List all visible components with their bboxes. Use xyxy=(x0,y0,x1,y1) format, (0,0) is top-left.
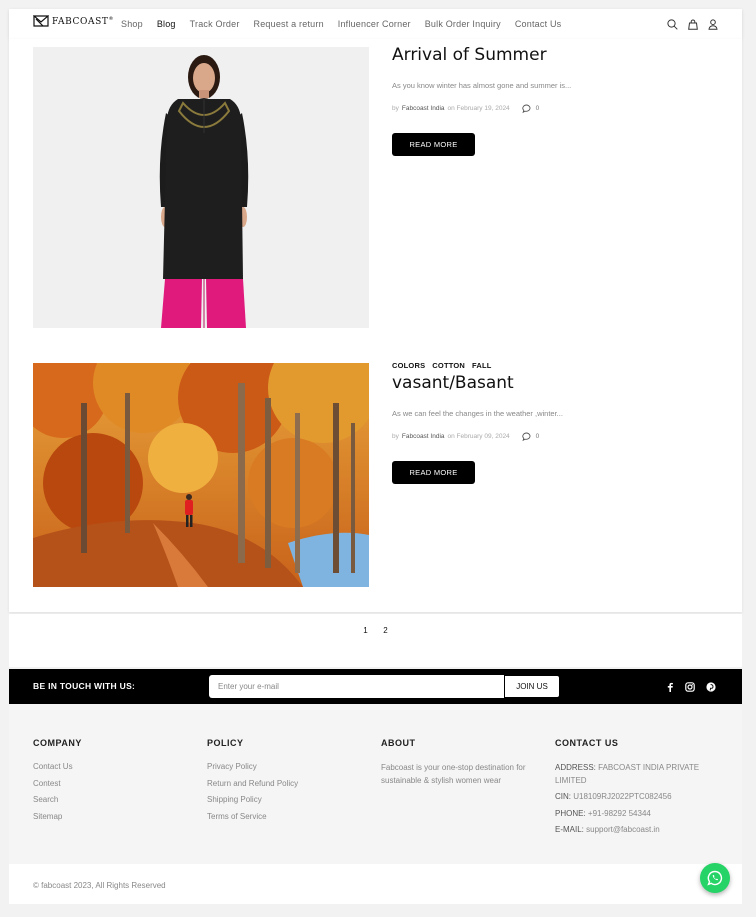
blog-list: Arrival of Summer As you know winter has… xyxy=(9,39,742,612)
post-author[interactable]: Fabcoast India xyxy=(402,433,445,440)
footer-about: ABOUT Fabcoast is your one-stop destinat… xyxy=(381,738,541,787)
footer-policy: POLICY Privacy Policy Return and Refund … xyxy=(207,738,367,828)
post-comment-count: 0 xyxy=(535,433,540,440)
post-date: on February 09, 2024 xyxy=(447,433,510,440)
post-date: on February 19, 2024 xyxy=(447,105,510,112)
pinterest-icon[interactable] xyxy=(706,681,716,692)
footer-link-terms[interactable]: Terms of Service xyxy=(207,812,367,821)
read-more-button[interactable]: READ MORE xyxy=(392,461,475,484)
post-comment-count: 0 xyxy=(535,105,540,112)
site-footer: COMPANY Contact Us Contest Search Sitema… xyxy=(9,704,742,864)
social-links xyxy=(666,669,716,704)
post-image-summer[interactable] xyxy=(33,47,369,328)
read-more-button[interactable]: READ MORE xyxy=(392,133,475,156)
comment-icon xyxy=(522,104,531,113)
tag-fall[interactable]: FALL xyxy=(472,361,492,370)
footer-about-text: Fabcoast is your one-stop destination fo… xyxy=(381,763,526,785)
footer-cin: CIN: U18109RJ2022PTC082456 xyxy=(555,792,672,801)
nav-bulk-order[interactable]: Bulk Order Inquiry xyxy=(425,19,501,29)
footer-heading: ABOUT xyxy=(381,738,416,748)
footer-address: ADDRESS: FABCOAST INDIA PRIVATE LIMITED xyxy=(555,763,700,785)
post-excerpt: As you know winter has almost gone and s… xyxy=(392,81,572,90)
nav-influencer-corner[interactable]: Influencer Corner xyxy=(338,19,411,29)
email-field[interactable] xyxy=(209,675,504,698)
copyright: © fabcoast 2023, All Rights Reserved xyxy=(33,881,166,890)
join-us-button[interactable]: JOIN US xyxy=(504,675,560,698)
user-icon[interactable] xyxy=(708,18,718,30)
page-1[interactable]: 1 xyxy=(358,626,374,667)
nav-request-return[interactable]: Request a return xyxy=(254,19,324,29)
search-icon[interactable] xyxy=(667,18,678,30)
site-header: FABCOAST® Shop Blog Track Order Request … xyxy=(9,9,742,39)
footer-heading: POLICY xyxy=(207,738,244,748)
logo[interactable]: FABCOAST® xyxy=(33,15,114,27)
footer-company: COMPANY Contact Us Contest Search Sitema… xyxy=(33,738,193,828)
footer-contact: CONTACT US ADDRESS: FABCOAST INDIA PRIVA… xyxy=(555,738,715,841)
whatsapp-icon xyxy=(707,870,723,886)
post-title[interactable]: vasant/Basant xyxy=(392,373,722,393)
logo-mark-icon xyxy=(33,15,49,27)
page-2[interactable]: 2 xyxy=(378,626,394,667)
footer-link-contest[interactable]: Contest xyxy=(33,779,193,788)
footer-link-shipping[interactable]: Shipping Policy xyxy=(207,795,367,804)
footer-link-sitemap[interactable]: Sitemap xyxy=(33,812,193,821)
footer-heading: COMPANY xyxy=(33,738,82,748)
footer-heading: CONTACT US xyxy=(555,738,619,748)
newsletter-label: BE IN TOUCH WITH US: xyxy=(33,681,136,691)
post-tags: COLORS COTTON FALL xyxy=(392,361,722,370)
instagram-icon[interactable] xyxy=(685,681,695,692)
post-meta: by Fabcoast India on February 19, 2024 0 xyxy=(392,104,722,113)
pagination: 1 2 xyxy=(9,614,742,667)
post-excerpt: As we can feel the changes in the weathe… xyxy=(392,409,563,418)
post-comments[interactable]: 0 xyxy=(522,104,540,113)
whatsapp-button[interactable] xyxy=(700,863,730,893)
logo-text: FABCOAST® xyxy=(52,15,115,27)
footer-link-contact-us[interactable]: Contact Us xyxy=(33,762,193,771)
nav-blog[interactable]: Blog xyxy=(157,19,176,29)
post-by: by xyxy=(392,433,399,440)
main-nav: Shop Blog Track Order Request a return I… xyxy=(121,9,575,39)
comment-icon xyxy=(522,432,531,441)
tag-colors[interactable]: COLORS xyxy=(392,361,425,370)
footer-link-search[interactable]: Search xyxy=(33,795,193,804)
footer-link-refund[interactable]: Return and Refund Policy xyxy=(207,779,367,788)
post-body-basant: COLORS COTTON FALL vasant/Basant As we c… xyxy=(392,361,722,484)
nav-shop[interactable]: Shop xyxy=(121,19,143,29)
newsletter-bar: BE IN TOUCH WITH US: JOIN US xyxy=(9,669,742,704)
post-image-basant[interactable] xyxy=(33,363,369,587)
post-meta: by Fabcoast India on February 09, 2024 0 xyxy=(392,432,722,441)
post-by: by xyxy=(392,105,399,112)
footer-email[interactable]: E-MAIL: support@fabcoast.in xyxy=(555,824,715,837)
tag-cotton[interactable]: COTTON xyxy=(432,361,465,370)
footer-bottom: © fabcoast 2023, All Rights Reserved xyxy=(9,864,742,904)
nav-track-order[interactable]: Track Order xyxy=(190,19,240,29)
page: FABCOAST® Shop Blog Track Order Request … xyxy=(0,0,756,917)
shopping-bag-icon[interactable] xyxy=(688,19,698,30)
nav-contact-us[interactable]: Contact Us xyxy=(515,19,562,29)
autumn-forest-image xyxy=(33,363,369,587)
footer-phone: PHONE: +91-98292 54344 xyxy=(555,808,651,818)
woman-in-kurta-image xyxy=(33,47,369,328)
facebook-icon[interactable] xyxy=(666,682,674,692)
post-author[interactable]: Fabcoast India xyxy=(402,105,445,112)
footer-link-privacy[interactable]: Privacy Policy xyxy=(207,762,367,771)
post-comments[interactable]: 0 xyxy=(522,432,540,441)
post-title[interactable]: Arrival of Summer xyxy=(392,45,722,65)
header-icons xyxy=(667,9,718,39)
post-body-summer: Arrival of Summer As you know winter has… xyxy=(392,45,722,156)
